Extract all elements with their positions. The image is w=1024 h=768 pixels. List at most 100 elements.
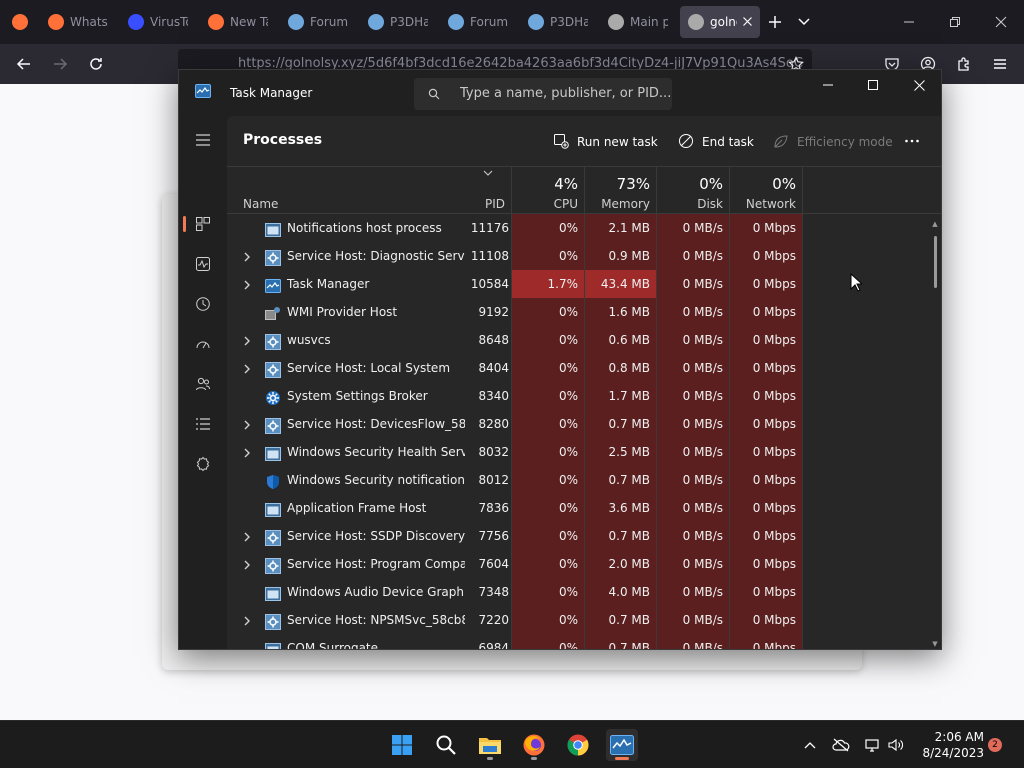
efficiency-mode-button[interactable]: Efficiency mode xyxy=(773,128,893,156)
users-icon[interactable] xyxy=(191,372,215,396)
expand-chevron-right-icon[interactable] xyxy=(243,326,257,354)
process-memory: 3.6 MB xyxy=(585,494,656,522)
hamburger-menu-icon[interactable] xyxy=(191,128,215,152)
table-row[interactable]: Notifications host process 11176 0% 2.1 MB 0… xyxy=(227,214,941,242)
process-cpu: 0% xyxy=(512,438,584,466)
performance-icon[interactable] xyxy=(191,252,215,276)
end-task-button[interactable]: End task xyxy=(678,128,754,156)
restore-button[interactable] xyxy=(932,0,978,44)
column-header-name[interactable]: Name xyxy=(227,167,465,215)
table-row[interactable]: Task Manager 10584 1.7% 43.4 MB 0 MB/s 0 Mbps xyxy=(227,270,941,298)
menu-icon[interactable] xyxy=(982,48,1018,80)
table-row[interactable]: System Settings Broker 8340 0% 1.7 MB 0 MB/s… xyxy=(227,382,941,410)
expand-chevron-right-icon[interactable] xyxy=(243,354,257,382)
browser-tab[interactable]: WhatsApp xyxy=(40,6,120,38)
tm-maximize-button[interactable] xyxy=(850,70,896,100)
processes-icon[interactable] xyxy=(191,212,215,236)
column-header-cpu[interactable]: 4% CPU xyxy=(512,167,584,215)
back-button[interactable] xyxy=(6,48,42,80)
table-row[interactable]: Windows Security Health Servi... 8032 0% 2.… xyxy=(227,438,941,466)
browser-tab[interactable]: P3DHack xyxy=(360,6,440,38)
network-icon[interactable] xyxy=(863,735,883,755)
leaf-icon xyxy=(773,133,789,152)
browser-tab[interactable] xyxy=(4,6,40,38)
start-button[interactable] xyxy=(386,729,418,761)
process-window-icon xyxy=(265,444,281,461)
tab-close-icon[interactable] xyxy=(743,15,752,29)
startup-apps-icon[interactable] xyxy=(191,332,215,356)
system-clock[interactable]: 2:06 AM 8/24/2023 xyxy=(914,729,984,761)
services-icon[interactable] xyxy=(191,452,215,476)
process-pid: 7348 xyxy=(478,585,509,599)
table-row[interactable]: Windows Audio Device Graph ... 7348 0% 4.0 … xyxy=(227,578,941,606)
details-icon[interactable] xyxy=(191,412,215,436)
search-placeholder: Type a name, publisher, or PID... xyxy=(460,86,672,101)
table-row[interactable]: COM Surrogate 6984 0% 0.7 MB 0 MB/s 0 Mbps xyxy=(227,634,941,649)
scrollbar[interactable]: ▲ ▼ xyxy=(931,220,939,648)
table-row[interactable]: WMI Provider Host 9192 0% 1.6 MB 0 MB/s 0 Mbp… xyxy=(227,298,941,326)
scroll-up-arrow-icon[interactable]: ▲ xyxy=(931,220,939,228)
scroll-down-arrow-icon[interactable]: ▼ xyxy=(931,640,939,648)
process-memory: 0.7 MB xyxy=(585,634,656,649)
browser-tab[interactable]: VirusTotal xyxy=(120,6,200,38)
task-manager-titlebar: Task Manager Type a name, publisher, or … xyxy=(179,70,941,116)
expand-chevron-right-icon[interactable] xyxy=(243,438,257,466)
browser-tab[interactable]: Main page xyxy=(600,6,680,38)
volume-icon[interactable] xyxy=(886,735,906,755)
end-task-icon xyxy=(678,133,694,152)
process-name-cell: Service Host: NPSMSvc_58cb8 xyxy=(265,606,465,634)
tm-minimize-button[interactable] xyxy=(805,70,851,100)
browser-tab[interactable]: Forum xyxy=(280,6,360,38)
task-manager-taskbar-icon[interactable] xyxy=(606,729,638,761)
show-hidden-icons-chevron-up-icon[interactable] xyxy=(800,735,820,755)
extensions-icon[interactable] xyxy=(946,48,982,80)
run-new-task-button[interactable]: Run new task xyxy=(553,128,658,156)
browser-tab[interactable]: New Tab xyxy=(200,6,280,38)
process-cpu: 0% xyxy=(512,466,584,494)
expand-chevron-right-icon[interactable] xyxy=(243,410,257,438)
browser-tab[interactable]: Forum xyxy=(440,6,520,38)
expand-chevron-right-icon[interactable] xyxy=(243,522,257,550)
table-row[interactable]: Service Host: DevicesFlow_58c... 8280 0% 0.… xyxy=(227,410,941,438)
app-history-icon[interactable] xyxy=(191,292,215,316)
column-header-disk[interactable]: 0% Disk xyxy=(657,167,729,215)
process-list: Notifications host process 11176 0% 2.1 MB 0… xyxy=(227,214,941,649)
expand-chevron-right-icon[interactable] xyxy=(243,270,257,298)
forward-button[interactable] xyxy=(42,48,78,80)
close-button[interactable] xyxy=(978,0,1024,44)
column-header-pid[interactable]: PID xyxy=(465,167,511,215)
process-search-input[interactable]: Type a name, publisher, or PID... xyxy=(414,78,672,110)
column-header-memory[interactable]: 73% Memory xyxy=(585,167,656,215)
expand-chevron-right-icon[interactable] xyxy=(243,550,257,578)
column-header-network[interactable]: 0% Network xyxy=(730,167,802,215)
table-row[interactable]: Service Host: Local System 8404 0% 0.8 MB 0 … xyxy=(227,354,941,382)
table-row[interactable]: Application Frame Host 7836 0% 3.6 MB 0 MB/s… xyxy=(227,494,941,522)
process-name: Service Host: Program Compa... xyxy=(287,557,465,571)
table-row[interactable]: wusvcs 8648 0% 0.6 MB 0 MB/s 0 Mbps xyxy=(227,326,941,354)
new-tab-plus-icon[interactable] xyxy=(760,6,790,38)
minimize-button[interactable] xyxy=(886,0,932,44)
process-pid: 8032 xyxy=(478,445,509,459)
list-all-tabs-chevron-down-icon[interactable] xyxy=(790,6,818,38)
table-row[interactable]: Service Host: Diagnostic Servi... 11108 0%… xyxy=(227,242,941,270)
table-row[interactable]: Windows Security notification... 8012 0% 0.… xyxy=(227,466,941,494)
onedrive-offline-icon[interactable] xyxy=(831,735,851,755)
chrome-icon[interactable] xyxy=(562,729,594,761)
more-options-button[interactable] xyxy=(904,128,920,156)
taskbar-search-icon[interactable] xyxy=(430,729,462,761)
file-explorer-icon[interactable] xyxy=(474,729,506,761)
tm-close-button[interactable] xyxy=(896,70,941,100)
scrollbar-thumb[interactable] xyxy=(934,236,937,288)
table-row[interactable]: Service Host: NPSMSvc_58cb8 7220 0% 0.7 MB 0… xyxy=(227,606,941,634)
table-row[interactable]: Service Host: SSDP Discovery 7756 0% 0.7 MB… xyxy=(227,522,941,550)
table-row[interactable]: Service Host: Program Compa... 7604 0% 2.0 … xyxy=(227,550,941,578)
process-cpu: 0% xyxy=(512,214,584,242)
browser-tab[interactable]: P3DHack xyxy=(520,6,600,38)
reload-button[interactable] xyxy=(78,48,114,80)
notification-badge[interactable]: 2 xyxy=(988,738,1002,752)
firefox-icon[interactable] xyxy=(518,729,550,761)
process-cpu: 0% xyxy=(512,494,584,522)
expand-chevron-right-icon[interactable] xyxy=(243,606,257,634)
expand-chevron-right-icon[interactable] xyxy=(243,242,257,270)
browser-tab[interactable]: golnolsy xyxy=(680,6,760,38)
